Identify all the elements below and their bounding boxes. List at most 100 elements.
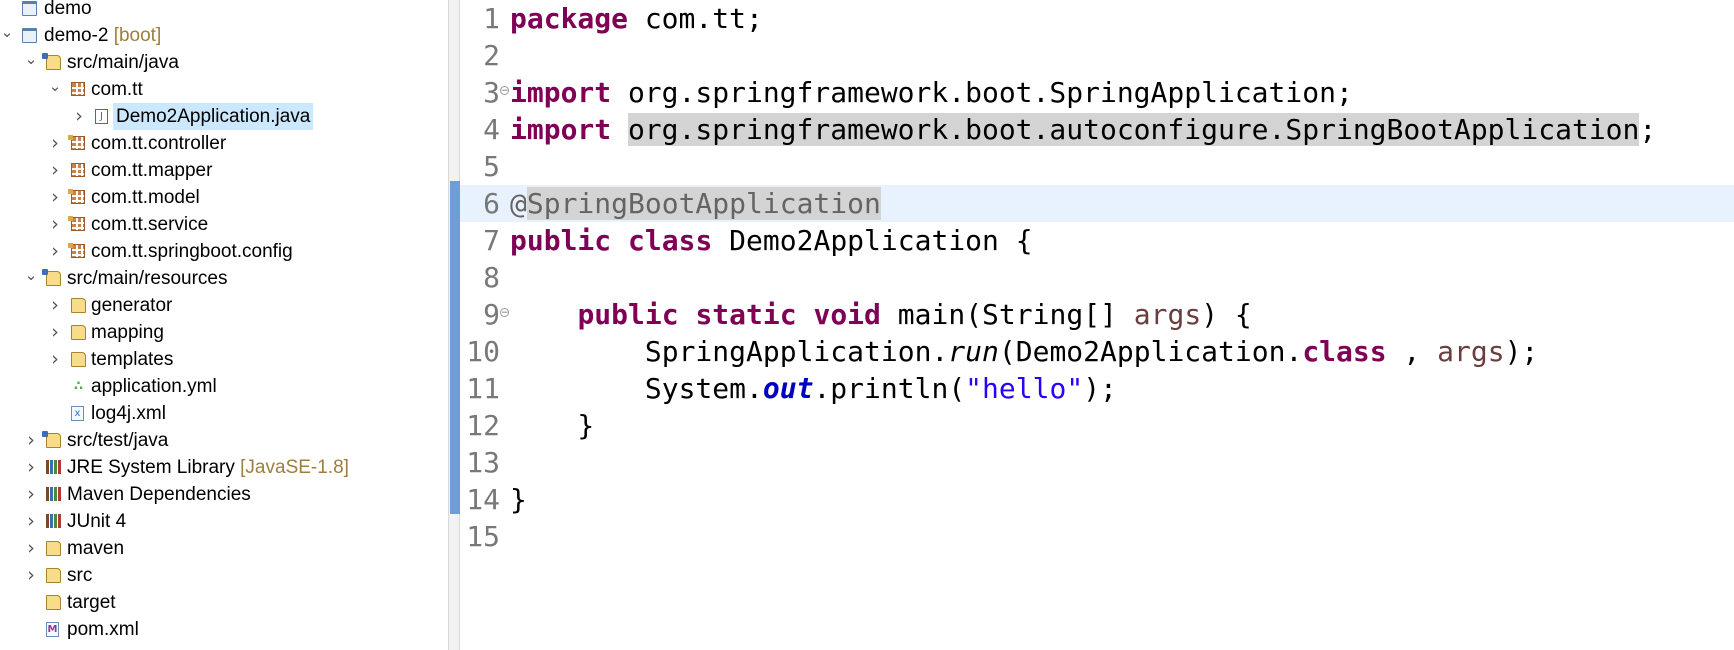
source-folder-icon (42, 53, 61, 70)
code-line[interactable]: 8 (460, 259, 1734, 296)
tree-item-label: templates (91, 349, 174, 370)
code-text: import org.springframework.boot.SpringApp… (510, 74, 1353, 111)
folder-icon (46, 595, 61, 610)
code-line[interactable]: 11 System.out.println("hello"); (460, 370, 1734, 407)
line-number: 8 (483, 261, 500, 294)
code-token: , (1403, 335, 1438, 368)
code-line[interactable]: 12 } (460, 407, 1734, 444)
expand-toggle[interactable] (24, 562, 38, 589)
tree-item-label: com.tt.service (91, 214, 209, 235)
line-number: 4 (483, 113, 500, 146)
expand-toggle[interactable] (48, 292, 62, 319)
package-icon (71, 163, 85, 177)
expand-toggle[interactable] (48, 130, 62, 157)
code-token: class (1302, 335, 1387, 368)
code-line[interactable]: 10 SpringApplication.run(Demo2Applicatio… (460, 333, 1734, 370)
tree-item-label: com.tt.model (91, 187, 200, 208)
line-number: 5 (483, 150, 500, 183)
code-token: SpringApplication. (510, 335, 949, 368)
code-line[interactable]: 9− public static void main(String[] args… (460, 296, 1734, 333)
line-number: 9 (483, 298, 500, 331)
folder-icon (46, 568, 61, 583)
expand-toggle[interactable] (0, 22, 14, 49)
fold-toggle-icon[interactable]: − (500, 308, 509, 318)
folder-icon (46, 541, 61, 556)
folder-icon (71, 325, 86, 340)
tree-item-label: com.tt (91, 79, 143, 100)
code-line[interactable]: 7 public class Demo2Application { (460, 222, 1734, 259)
expand-toggle[interactable] (48, 157, 62, 184)
expand-toggle[interactable] (24, 535, 38, 562)
code-line[interactable]: 1 package com.tt; (460, 0, 1734, 37)
tree-item-label: application.yml (91, 376, 217, 397)
line-number: 6 (483, 187, 500, 220)
expand-toggle[interactable] (48, 238, 62, 265)
code-token: void (813, 298, 881, 331)
code-text: package com.tt; (510, 0, 763, 37)
expand-toggle[interactable] (72, 103, 86, 130)
tree-item-label: target (67, 592, 116, 613)
code-token: static (695, 298, 797, 331)
code-token: args (1133, 298, 1202, 331)
code-line[interactable]: 5 (460, 148, 1734, 185)
code-text: public static void main(String[] args) { (510, 296, 1251, 333)
code-token: ; (1639, 113, 1657, 146)
code-line[interactable]: 2 (460, 37, 1734, 74)
tree-item-label: log4j.xml (91, 403, 166, 424)
tree-item-label: Maven Dependencies (67, 484, 251, 505)
tree-item-label: com.tt.controller (91, 133, 227, 154)
expand-toggle[interactable] (24, 265, 38, 292)
line-number: 14 (466, 483, 500, 516)
expand-toggle[interactable] (24, 454, 38, 481)
jre-version-decorator: [JavaSE-1.8] (240, 457, 349, 478)
tree-item-label: src/main/resources (67, 268, 228, 289)
line-number: 2 (483, 39, 500, 72)
code-token: run (948, 335, 999, 368)
package-icon (68, 135, 85, 150)
code-text: public class Demo2Application { (510, 222, 1033, 259)
expand-toggle[interactable] (24, 427, 38, 454)
java-code-editor[interactable]: 1 package com.tt; 2 3− import org.springframew… (460, 0, 1734, 650)
line-number: 1 (483, 2, 500, 35)
code-token: public (510, 224, 612, 257)
line-number: 13 (466, 446, 500, 479)
line-number: 10 (466, 335, 500, 368)
code-token: public (577, 298, 679, 331)
xml-file-icon: x (71, 406, 84, 421)
java-file-icon: J (95, 109, 108, 124)
code-line[interactable]: 6 @SpringBootApplication (460, 185, 1734, 222)
code-line[interactable]: 4 import org.springframework.boot.autoconf… (460, 111, 1734, 148)
source-folder-icon (42, 431, 61, 448)
code-line[interactable]: 15 (460, 518, 1734, 555)
expand-toggle[interactable] (24, 49, 38, 76)
line-number: 7 (483, 224, 500, 257)
tree-item-label: demo (44, 0, 92, 19)
code-token: main(String[] (880, 298, 1134, 331)
code-token: @ (510, 187, 527, 220)
code-line[interactable]: 3− import org.springframework.boot.SpringA… (460, 74, 1734, 111)
code-token: com.tt; (644, 2, 763, 35)
code-token: SpringBootApplication (526, 187, 881, 220)
yaml-file-icon: ∴ (73, 379, 84, 394)
expand-toggle[interactable] (48, 184, 62, 211)
code-line[interactable]: 14} (460, 481, 1734, 518)
library-icon (46, 487, 61, 501)
code-line[interactable]: 13 (460, 444, 1734, 481)
tree-item-label: JRE System Library (67, 457, 235, 478)
code-token: org.springframework.boot.autoconfigure.S… (627, 113, 1640, 146)
code-text: @SpringBootApplication (510, 185, 881, 222)
expand-toggle[interactable] (48, 346, 62, 373)
fold-toggle-icon[interactable]: − (500, 86, 509, 96)
expand-toggle[interactable] (48, 319, 62, 346)
expand-toggle[interactable] (24, 481, 38, 508)
code-token: package (510, 2, 629, 35)
expand-toggle[interactable] (48, 211, 62, 238)
expand-toggle[interactable] (24, 508, 38, 535)
code-token: } (510, 409, 595, 442)
tree-item-label: com.tt.mapper (91, 160, 213, 181)
expand-toggle[interactable] (48, 76, 62, 103)
code-text: SpringApplication.run(Demo2Application.c… (510, 333, 1538, 370)
tree-item-label: src/test/java (67, 430, 169, 451)
